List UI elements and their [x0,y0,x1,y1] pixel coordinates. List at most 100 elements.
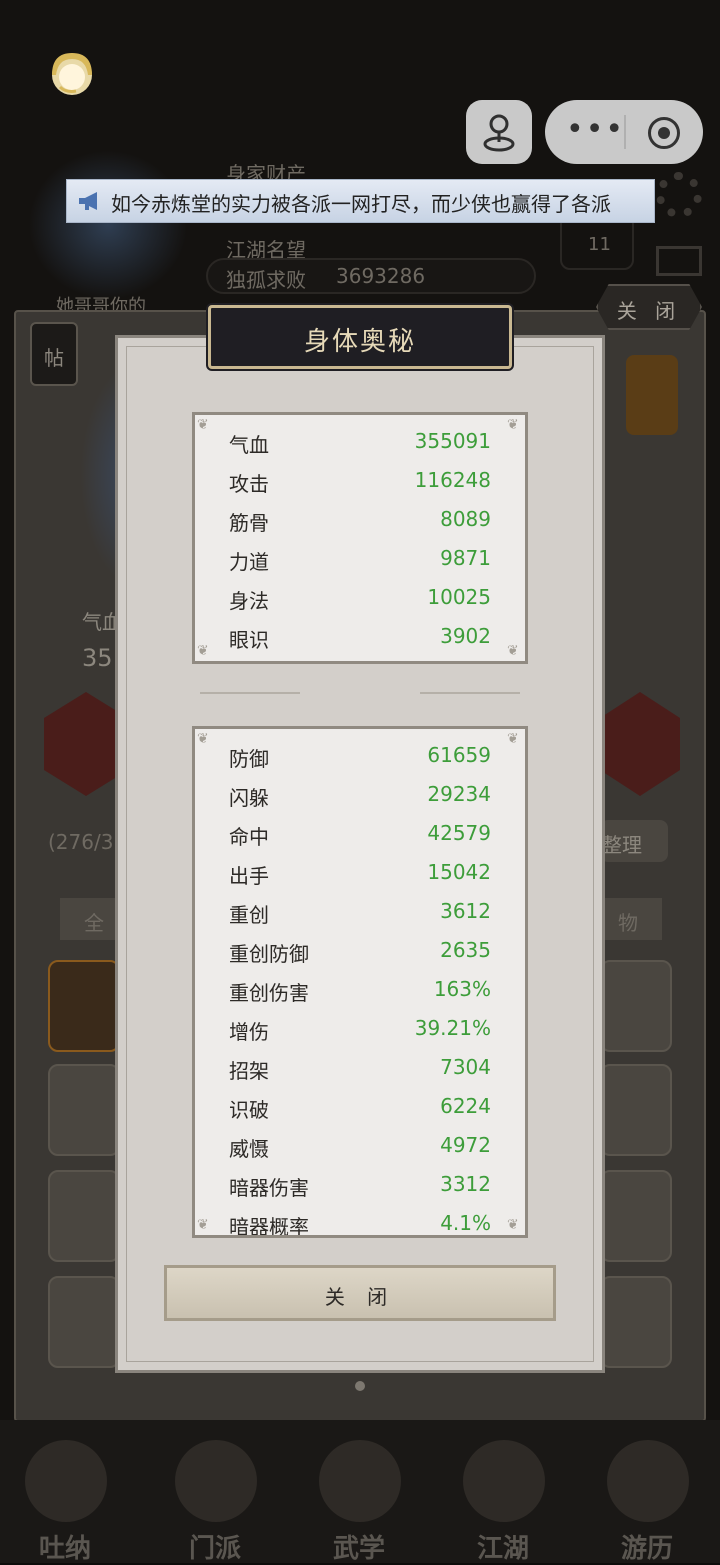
nav-label: 江湖 [476,1534,529,1564]
inventory-slot[interactable] [600,960,672,1052]
stat-value: 3312 [440,1172,491,1196]
more-icon[interactable]: ••• [566,112,625,147]
nav-label: 吐纳 [38,1534,91,1564]
martial-icon [319,1440,401,1522]
stat-row: 重创防御 2635 [229,938,491,977]
exit-miniapp-icon[interactable] [648,117,680,149]
fame-value: 3693286 [336,264,426,288]
stat-value: 163% [433,977,491,1001]
stat-row: 眼识 3902 [229,624,491,663]
stat-value: 4.1% [440,1211,491,1235]
notice-text: 如今赤炼堂的实力被各派一网打尽，而少侠也赢得了各派 [111,192,611,216]
stat-row: 暗器概率 4.1% [229,1211,491,1238]
stat-value: 2635 [440,938,491,962]
stat-row: 暗器伤害 3312 [229,1172,491,1211]
dialog-title-plate: 身体奥秘 [208,305,512,369]
customer-service-icon[interactable] [46,47,98,99]
divider-right [420,692,520,694]
stat-label: 筋骨 [229,511,269,535]
filter-item-tab[interactable]: 物 [604,898,662,940]
inventory-slot[interactable] [48,1170,120,1262]
stat-label: 闪躲 [229,786,269,810]
nav-jianghu[interactable]: 江湖 [448,1440,558,1564]
stat-label: 增伤 [229,1020,269,1044]
stat-value: 3612 [440,899,491,923]
stat-value: 7304 [440,1055,491,1079]
filter-all-tab[interactable]: 全 [60,898,120,940]
stat-label: 威慑 [229,1137,269,1161]
dialog-title: 身体奥秘 [303,327,416,357]
broadcast-notice[interactable]: 如今赤炼堂的实力被各派一网打尽，而少侠也赢得了各派 [66,179,655,223]
stat-row: 重创 3612 [229,899,491,938]
inventory-slot[interactable] [48,1276,120,1368]
stat-value: 39.21% [414,1016,491,1040]
top-close-label: 关 闭 [616,299,682,323]
stat-value: 29234 [427,782,491,806]
sort-label: 整理 [602,833,642,857]
primary-stats-box: ❦ ❦ ❦ ❦ 气血 355091 攻击 116248 筋骨 8089 力道 9871 … [192,412,528,664]
top-close-button[interactable]: 关 闭 [596,284,702,330]
sort-button[interactable]: 整理 [600,820,668,862]
stat-label: 重创伤害 [229,981,309,1005]
rank-title: 独孤求败 [226,268,306,292]
inventory-slot[interactable] [48,1064,120,1156]
corner-ornament: ❦ [507,731,519,747]
nav-tuna[interactable]: 吐纳 [10,1440,120,1564]
stat-label: 暗器伤害 [229,1176,309,1200]
stat-value: 42579 [427,821,491,845]
megaphone-icon [79,192,97,210]
stat-value: 15042 [427,860,491,884]
corner-ornament: ❦ [197,1217,209,1233]
close-button[interactable]: 关 闭 [164,1265,556,1321]
nav-sect[interactable]: 门派 [160,1440,270,1564]
stat-row: 气血 355091 [229,429,491,468]
stat-value: 6224 [440,1094,491,1118]
stat-label: 命中 [229,825,269,849]
nav-martial[interactable]: 武学 [304,1440,414,1564]
corner-ornament: ❦ [197,417,209,433]
stat-row: 识破 6224 [229,1094,491,1133]
level-badge: 11 [588,234,611,255]
stat-row: 出手 15042 [229,860,491,899]
filter-all-label: 全 [84,911,104,935]
stat-label: 重创防御 [229,942,309,966]
stat-label: 出手 [229,864,269,888]
stat-row: 招架 7304 [229,1055,491,1094]
capsule-divider [624,115,626,149]
stat-label: 暗器概率 [229,1215,309,1238]
post-label: 帖 [44,346,64,370]
joystick-icon [483,114,515,152]
stat-label: 气血 [229,433,269,457]
stat-value: 10025 [427,585,491,609]
stat-row: 筋骨 8089 [229,507,491,546]
inventory-slot[interactable] [600,1276,672,1368]
mail-icon[interactable] [656,246,702,276]
stat-label: 力道 [229,550,269,574]
secondary-stats-box[interactable]: ❦ ❦ ❦ ❦ 防御 61659 闪躲 29234 命中 42579 出手 15042 … [192,726,528,1238]
nav-label: 游历 [620,1534,673,1564]
stat-label: 识破 [229,1098,269,1122]
stat-row: 威慑 4972 [229,1133,491,1172]
game-handle-button[interactable] [466,100,532,164]
post-button[interactable]: 帖 [30,322,78,386]
inventory-slot[interactable] [48,960,120,1052]
settings-gear-icon[interactable] [656,172,702,218]
nav-label: 武学 [332,1534,385,1564]
nav-travel[interactable]: 游历 [592,1440,702,1564]
nav-label: 门派 [188,1534,241,1564]
inventory-slot[interactable] [600,1170,672,1262]
stat-row: 重创伤害 163% [229,977,491,1016]
corner-ornament: ❦ [197,643,209,659]
player-portrait [28,150,188,300]
stat-label: 招架 [229,1059,269,1083]
stat-row: 攻击 116248 [229,468,491,507]
inventory-slot[interactable] [600,1064,672,1156]
stat-row: 身法 10025 [229,585,491,624]
corner-ornament: ❦ [507,643,519,659]
stat-value: 116248 [414,468,491,492]
stat-value: 61659 [427,743,491,767]
sect-icon [175,1440,257,1522]
travel-icon [607,1440,689,1522]
medal-icon[interactable] [626,355,678,435]
stat-row: 命中 42579 [229,821,491,860]
